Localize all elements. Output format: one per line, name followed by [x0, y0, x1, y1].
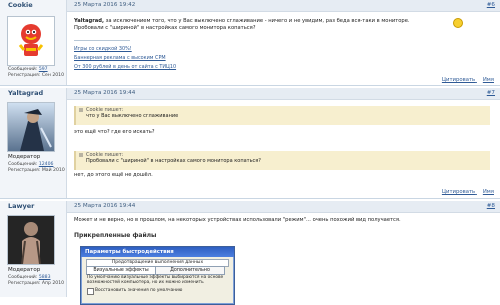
quote-button[interactable]: Цитировать: [442, 189, 475, 195]
registration-date: Май 2010: [41, 168, 65, 173]
forum-thread: Cookie Сообщений: 597 Регистрация: Сен 2…: [0, 0, 500, 305]
messages-label: Сообщений:: [8, 275, 38, 280]
post-actions: Цитировать Имя: [436, 77, 494, 83]
performance-dialog[interactable]: Параметры быстродействия Предотвращение …: [80, 246, 235, 305]
tab-advanced[interactable]: Дополнительно: [155, 266, 225, 275]
author-panel: Cookie Сообщений: 597 Регистрация: Сен 2…: [0, 0, 67, 85]
avatar: [7, 102, 55, 152]
author-name[interactable]: Yaltagrad: [8, 89, 43, 97]
dialog-description: По умолчанию визуальные эффекты выбирают…: [87, 275, 224, 285]
author-name[interactable]: Lawyer: [8, 202, 34, 210]
author-role: Модератор: [8, 154, 41, 160]
smile-icon: [453, 18, 463, 28]
content-line-1: за исключением того, что у Вас выключено…: [105, 18, 410, 24]
post-date: 25 Марта 2016 19:44: [74, 90, 136, 96]
author-meta: Сообщений: 5883 Регистрация: Апр 2010: [8, 275, 64, 287]
avatar: [7, 16, 55, 66]
divider: [74, 40, 130, 41]
registration-date: Сен 2010: [41, 73, 65, 78]
post-number[interactable]: #8: [487, 203, 495, 209]
cookie-avatar-icon: [8, 17, 54, 65]
post-6: Cookie Сообщений: 597 Регистрация: Сен 2…: [0, 0, 500, 86]
post-number[interactable]: #7: [487, 90, 495, 96]
restore-defaults-checkbox[interactable]: [87, 288, 94, 295]
sponsored-links: Игры со скидкой 30%! Баннерная реклама с…: [74, 46, 176, 70]
avatar: [7, 215, 55, 265]
author-name[interactable]: Cookie: [8, 1, 33, 9]
name-button[interactable]: Имя: [483, 77, 494, 83]
quote-block-2: Cookie пишет: Пробовали с "шириной" в на…: [74, 151, 490, 170]
dialog-title: Параметры быстродействия: [81, 247, 234, 257]
registration-label: Регистрация:: [8, 281, 41, 286]
author-panel: Yaltagrad Модератор Сообщений: 12406 Рег…: [0, 88, 67, 198]
registration-label: Регистрация:: [8, 168, 41, 173]
author-meta: Сообщений: 597 Регистрация: Сен 2010: [8, 67, 64, 79]
link-1[interactable]: Игры со скидкой 30%!: [74, 46, 176, 52]
restore-defaults-label: Восстановить значения по умолчанию: [95, 288, 183, 293]
quote-icon: [79, 108, 83, 112]
reply-1: это ещё что? где его искать?: [74, 129, 155, 135]
name-button[interactable]: Имя: [483, 189, 494, 195]
warrior-avatar-icon: [8, 103, 54, 151]
post-date: 25 Марта 2016 19:42: [74, 2, 136, 8]
attachments-title: Прикрепленные файлы: [74, 232, 157, 239]
post-date: 25 Марта 2016 19:44: [74, 203, 136, 209]
messages-count[interactable]: 12406: [39, 162, 54, 167]
author-panel: Lawyer Модератор Сообщений: 5883 Регистр…: [0, 201, 67, 297]
tab-visual-effects[interactable]: Визуальные эффекты: [86, 266, 156, 275]
quote-button[interactable]: Цитировать: [442, 77, 475, 83]
post-content: Может и не верно, но в прошлом, на некот…: [74, 217, 401, 223]
author-meta: Сообщений: 12406 Регистрация: Май 2010: [8, 162, 65, 174]
author-role: Модератор: [8, 267, 41, 273]
man-avatar-icon: [8, 216, 54, 264]
link-3[interactable]: От 300 рублей в день от сайта с ТИЦ10: [74, 64, 176, 70]
post-8: Lawyer Модератор Сообщений: 5883 Регистр…: [0, 201, 500, 297]
registration-label: Регистрация:: [8, 73, 41, 78]
messages-count[interactable]: 597: [39, 67, 48, 72]
post-7: Yaltagrad Модератор Сообщений: 12406 Рег…: [0, 88, 500, 199]
post-number[interactable]: #6: [487, 2, 495, 8]
content-line-2: Пробовали с "шириной" в настройках самог…: [74, 25, 256, 31]
post-content: Yaltagrad, за исключением того, что у Ва…: [74, 18, 493, 32]
post-actions: Цитировать Имя: [436, 189, 494, 195]
quote-block-1: Cookie пишет: что у Вас выключено сглажи…: [74, 106, 490, 125]
messages-label: Сообщений:: [8, 162, 38, 167]
quote-icon: [79, 153, 83, 157]
messages-count[interactable]: 5883: [39, 275, 51, 280]
link-2[interactable]: Баннерная реклама с высоким CPM: [74, 55, 176, 61]
content-prefix: Yaltagrad,: [74, 18, 104, 24]
messages-label: Сообщений:: [8, 67, 38, 72]
quote-text: Пробовали с "шириной" в настройках самог…: [86, 158, 261, 164]
registration-date: Апр 2010: [41, 281, 65, 286]
reply-2: нет, до этого ещё не дошёл.: [74, 172, 153, 178]
quote-text: что у Вас выключено сглаживание: [86, 113, 179, 119]
